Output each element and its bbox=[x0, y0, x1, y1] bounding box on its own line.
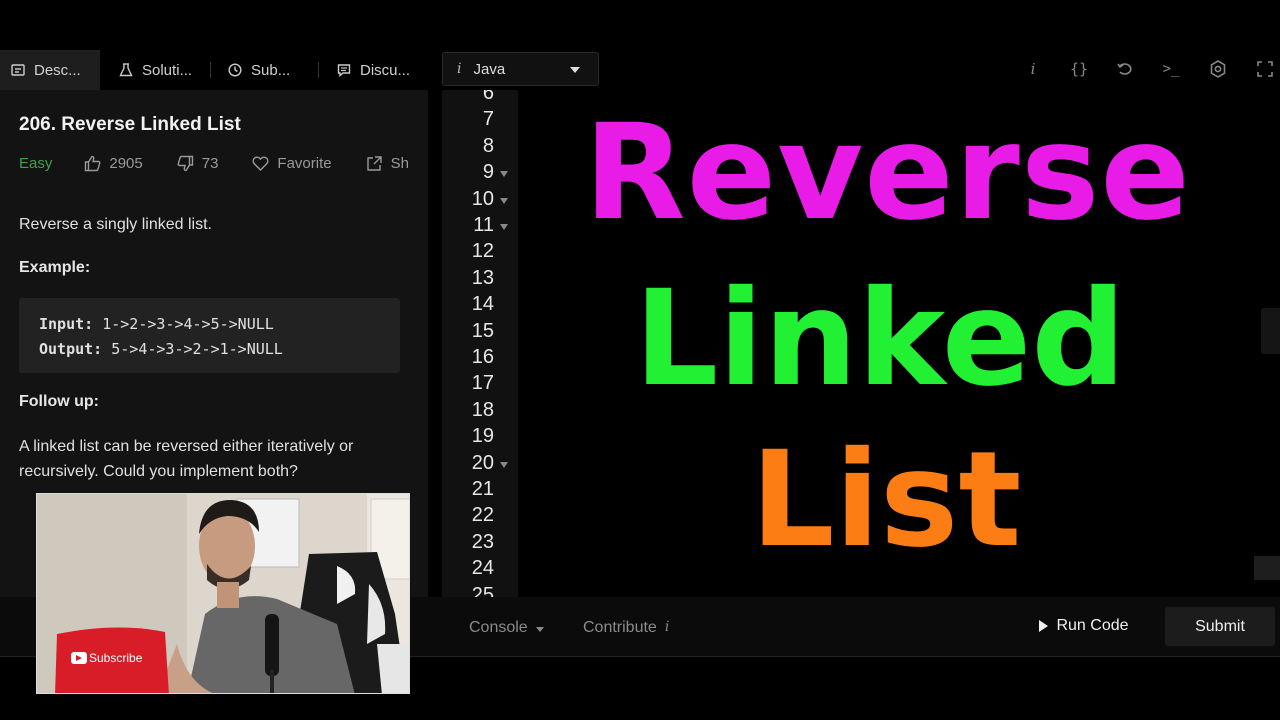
webcam-image: Subscribe bbox=[37, 494, 409, 693]
tab-label: Discu... bbox=[360, 61, 411, 79]
line-number: 25 bbox=[471, 583, 494, 597]
line-number: 24 bbox=[471, 557, 494, 580]
line-number: 6 bbox=[482, 90, 494, 104]
webcam-overlay: Subscribe bbox=[36, 493, 410, 694]
reset-icon[interactable] bbox=[1114, 58, 1136, 80]
example-heading: Example: bbox=[19, 259, 91, 276]
input-value: 1->2->3->4->5->NULL bbox=[93, 315, 274, 333]
tab-label: Soluti... bbox=[142, 61, 193, 79]
tab-divider bbox=[210, 62, 211, 78]
line-number: 21 bbox=[471, 478, 494, 500]
line-number: 19 bbox=[471, 425, 494, 448]
favorite-label: Favorite bbox=[277, 155, 332, 172]
line-number: 12 bbox=[471, 240, 494, 263]
pillow-text: Subscribe bbox=[89, 651, 143, 665]
followup-heading: Follow up: bbox=[19, 393, 99, 410]
line-number: 16 bbox=[471, 346, 494, 368]
tab-discuss[interactable]: Discu... bbox=[326, 50, 426, 90]
share-label: Sh bbox=[390, 155, 409, 172]
thumbs-down-icon bbox=[177, 155, 193, 172]
fold-arrow-icon[interactable] bbox=[500, 197, 508, 204]
braces-icon[interactable]: {} bbox=[1068, 58, 1090, 80]
gear-icon[interactable] bbox=[1207, 58, 1229, 80]
line-number: 14 bbox=[471, 293, 494, 316]
terminal-icon[interactable]: >_ bbox=[1160, 58, 1182, 80]
language-label: Java bbox=[473, 60, 506, 78]
output-label: Output: bbox=[39, 340, 103, 358]
overlay-title-word: Linked bbox=[634, 262, 1126, 416]
line-number: 15 bbox=[471, 319, 494, 342]
tab-submissions[interactable]: Sub... bbox=[217, 50, 307, 90]
language-select[interactable]: i Java bbox=[442, 52, 599, 86]
line-number: 17 bbox=[471, 372, 494, 395]
line-number: 8 bbox=[482, 134, 494, 157]
tab-label: Sub... bbox=[251, 61, 291, 79]
info-icon: i bbox=[664, 619, 670, 635]
example-code-block: Input: 1->2->3->4->5->NULL Output: 5->4-… bbox=[19, 298, 400, 373]
line-number: 7 bbox=[482, 108, 494, 131]
dislike-button[interactable]: 73 bbox=[177, 155, 219, 172]
fold-arrow-icon[interactable] bbox=[500, 171, 508, 178]
description-icon bbox=[10, 62, 26, 78]
info-icon: i bbox=[457, 61, 462, 77]
problem-meta: Easy 2905 73 Favorite Sh bbox=[19, 155, 428, 172]
run-code-button[interactable]: Run Code bbox=[1026, 607, 1142, 645]
share-button[interactable]: Sh bbox=[366, 155, 409, 172]
console-button[interactable]: Console bbox=[469, 619, 544, 637]
submit-button[interactable]: Submit bbox=[1165, 607, 1275, 646]
tab-label: Desc... bbox=[34, 61, 81, 79]
overlay-title-word: List bbox=[750, 423, 1022, 577]
line-number: 22 bbox=[471, 504, 494, 527]
line-number: 23 bbox=[471, 530, 494, 553]
example-input-line: Input: 1->2->3->4->5->NULL bbox=[39, 312, 380, 337]
line-number: 10 bbox=[471, 187, 494, 210]
dislike-count: 73 bbox=[201, 155, 219, 172]
run-label: Run Code bbox=[1056, 617, 1129, 634]
play-icon bbox=[1039, 620, 1049, 632]
line-number: 18 bbox=[471, 398, 494, 421]
example-output-line: Output: 5->4->3->2->1->NULL bbox=[39, 337, 380, 362]
line-number: 9 bbox=[482, 161, 494, 184]
problem-summary: Reverse a singly linked list. bbox=[19, 216, 212, 233]
scrollbar-thumb[interactable] bbox=[1254, 556, 1280, 580]
console-label: Console bbox=[469, 619, 528, 636]
overlay-title-word: Reverse bbox=[584, 96, 1191, 250]
side-panel-tab[interactable] bbox=[1261, 308, 1280, 354]
difficulty-badge: Easy bbox=[19, 155, 53, 172]
editor-gutter: 6 7 8 9 10 11 12 13 14 15 16 17 18 19 20 21 22 23 24 25 bbox=[442, 90, 518, 597]
tab-solution[interactable]: Soluti... bbox=[108, 50, 208, 90]
problem-title: 206. Reverse Linked List bbox=[19, 114, 241, 135]
fold-arrow-icon[interactable] bbox=[500, 224, 508, 230]
flask-icon bbox=[118, 62, 134, 78]
followup-text: A linked list can be reversed either ite… bbox=[19, 438, 354, 480]
tab-description[interactable]: Desc... bbox=[0, 50, 100, 90]
favorite-button[interactable]: Favorite bbox=[252, 155, 332, 172]
contribute-button[interactable]: Contribute i bbox=[583, 619, 669, 637]
line-number: 13 bbox=[471, 266, 494, 289]
line-number: 20 bbox=[471, 451, 494, 474]
chat-icon bbox=[336, 62, 352, 78]
share-icon bbox=[366, 156, 382, 171]
thumbs-up-icon bbox=[85, 155, 101, 172]
input-label: Input: bbox=[39, 315, 94, 333]
like-button[interactable]: 2905 bbox=[84, 155, 143, 172]
contribute-label: Contribute bbox=[583, 619, 657, 636]
heart-icon bbox=[252, 156, 269, 171]
tab-divider bbox=[318, 62, 319, 78]
output-value: 5->4->3->2->1->NULL bbox=[102, 340, 283, 358]
like-count: 2905 bbox=[109, 155, 143, 172]
info-icon[interactable]: i bbox=[1022, 58, 1044, 80]
fold-arrow-icon[interactable] bbox=[500, 461, 508, 468]
chevron-down-icon bbox=[570, 67, 580, 73]
clock-icon bbox=[227, 62, 243, 78]
fullscreen-icon[interactable] bbox=[1254, 58, 1276, 80]
line-number: 11 bbox=[473, 214, 494, 236]
chevron-down-icon bbox=[535, 626, 544, 632]
